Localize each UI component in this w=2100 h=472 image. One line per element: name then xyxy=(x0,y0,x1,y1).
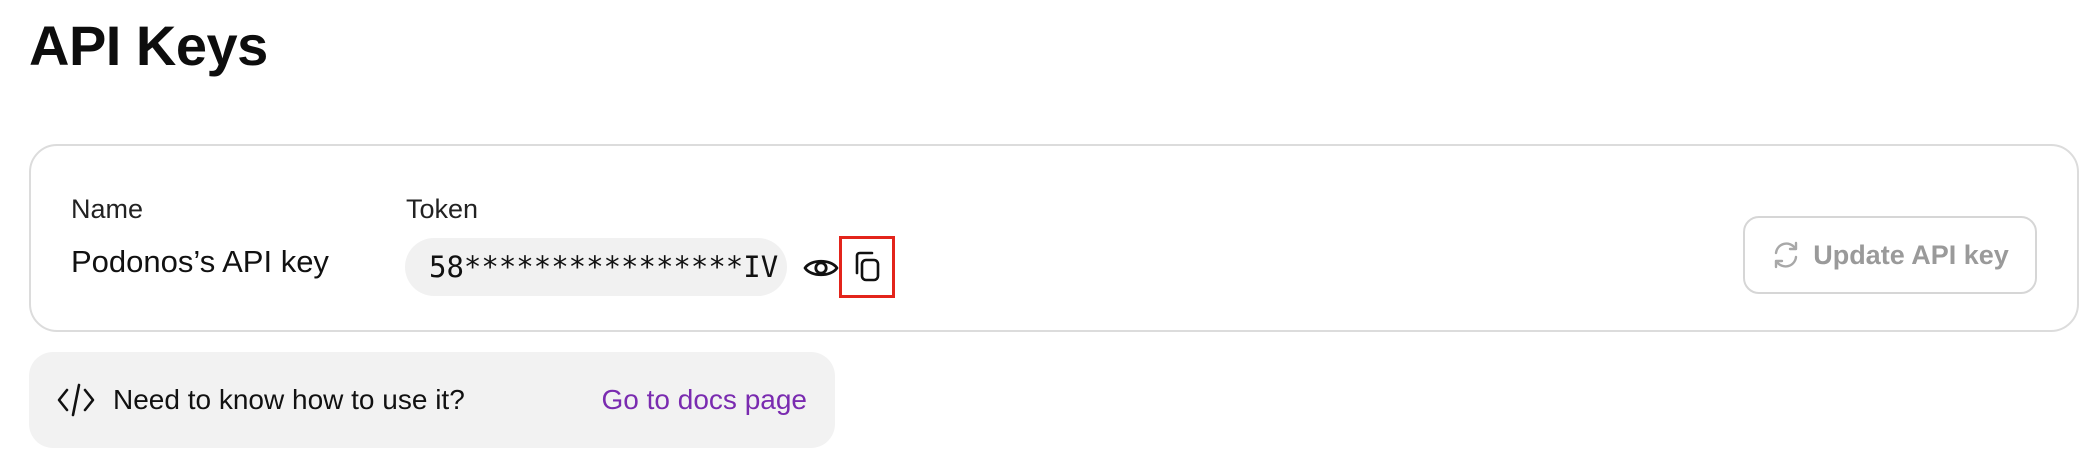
go-to-docs-link[interactable]: Go to docs page xyxy=(602,352,807,448)
copy-icon xyxy=(855,251,880,282)
api-key-card: Name Token Podonos’s API key 58*********… xyxy=(29,144,2079,332)
show-token-button[interactable] xyxy=(799,246,843,290)
code-icon xyxy=(57,383,95,417)
name-column-label: Name xyxy=(71,194,144,224)
docs-banner: Need to know how to use it? Go to docs p… xyxy=(29,352,835,448)
page-title: API Keys xyxy=(29,14,268,77)
docs-question-text: Need to know how to use it? xyxy=(113,384,465,415)
copy-token-button[interactable] xyxy=(839,236,895,298)
refresh-icon xyxy=(1775,241,1798,269)
update-api-key-label: Update API key xyxy=(1813,239,2009,270)
token-column-label: Token xyxy=(406,194,479,224)
eye-icon xyxy=(803,259,839,277)
update-api-key-button[interactable]: Update API key xyxy=(1743,216,2037,294)
api-key-name: Podonos’s API key xyxy=(71,244,329,279)
api-token-field[interactable]: 58****************IV xyxy=(405,238,787,296)
